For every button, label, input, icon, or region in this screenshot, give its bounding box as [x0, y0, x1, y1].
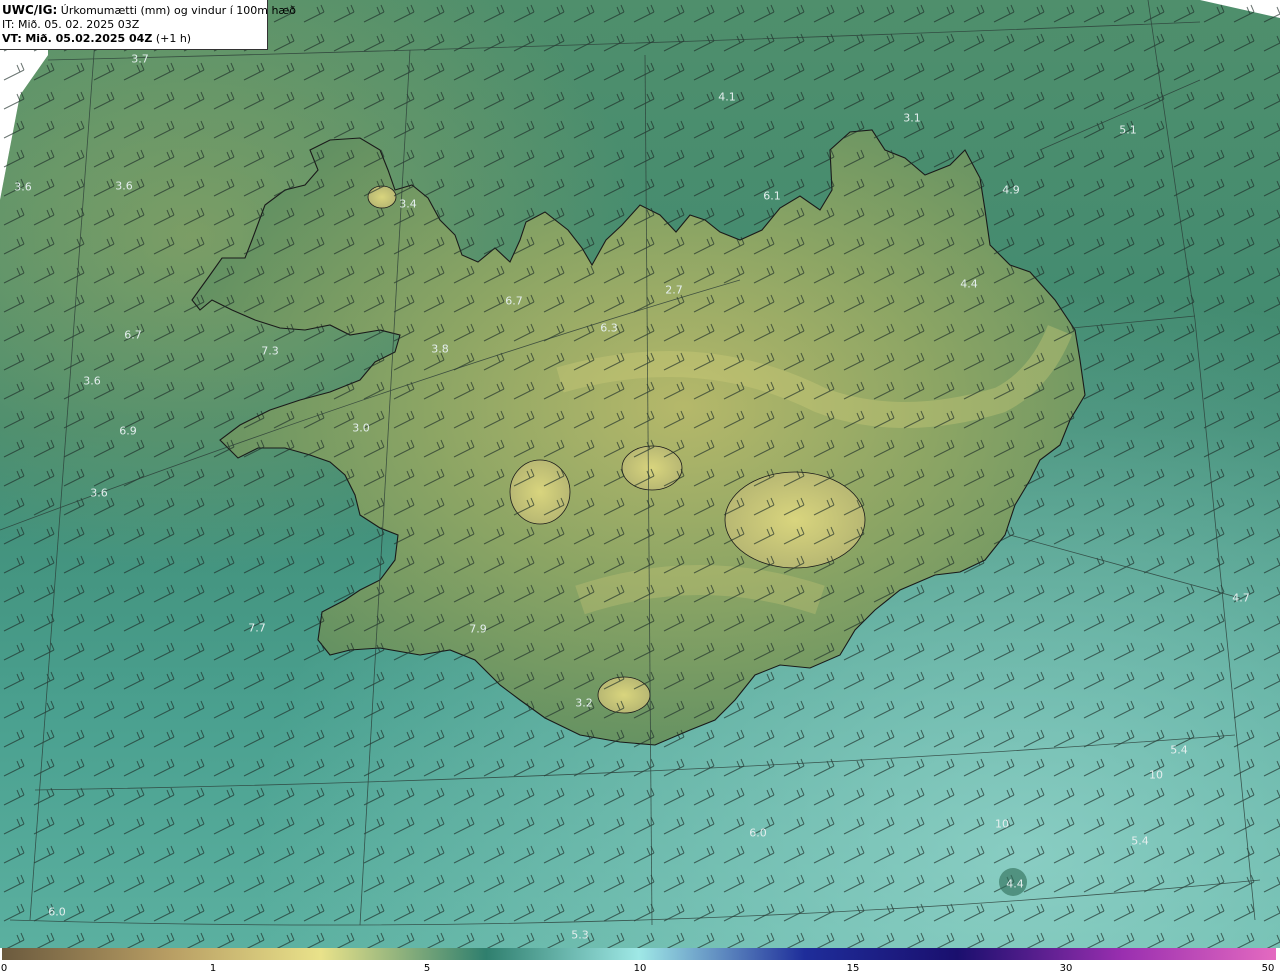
map-canvas [0, 0, 1280, 948]
valid-prefix: VT: [2, 32, 22, 45]
value-label: 6.7 [124, 328, 142, 342]
valid-time: Mið. 05.02.2025 04Z [25, 32, 153, 45]
value-label: 10 [1149, 768, 1163, 782]
issue-time: IT: Mið. 05. 02. 2025 03Z [2, 18, 140, 31]
colorbar-tick: 30 [1059, 963, 1073, 974]
value-label: 3.2 [575, 696, 593, 710]
value-label: 4.9 [1002, 183, 1020, 197]
value-label: 4.4 [1006, 877, 1024, 891]
colorbar-tick: 5 [423, 963, 431, 974]
value-label: 10 [995, 817, 1009, 831]
field-description: Úrkomumætti (mm) og vindur í 100m hæð [60, 4, 296, 17]
value-label: 5.4 [1170, 743, 1188, 757]
value-label: 5.4 [1131, 834, 1149, 848]
value-label: 3.6 [83, 374, 101, 388]
colorbar: 0 1 5 10 15 30 50 [0, 948, 1280, 978]
value-label: 7.9 [469, 622, 487, 636]
value-label: 6.1 [763, 189, 781, 203]
value-label: 3.7 [131, 52, 149, 66]
wind-barbs [0, 0, 1280, 948]
value-label: 3.6 [115, 179, 133, 193]
value-label: 3.1 [903, 111, 921, 125]
colorbar-tick: 15 [846, 963, 860, 974]
value-label: 3.4 [399, 197, 417, 211]
map-info-panel: UWC/IG: Úrkomumætti (mm) og vindur í 100… [0, 0, 296, 50]
value-label: 4.7 [1232, 591, 1250, 605]
colorbar-strip [2, 948, 1276, 960]
value-label: 4.4 [960, 277, 978, 291]
value-label: 3.6 [90, 486, 108, 500]
value-label: 6.0 [749, 826, 767, 840]
value-label: 6.0 [48, 905, 66, 919]
valid-time-row: VT: Mið. 05.02.2025 04Z (+1 h) [2, 32, 265, 46]
value-label: 6.9 [119, 424, 137, 438]
value-label: 3.8 [431, 342, 449, 356]
value-label: 3.0 [352, 421, 370, 435]
value-label: 7.7 [248, 621, 266, 635]
value-label: 2.7 [665, 283, 683, 297]
value-label: 5.3 [571, 928, 589, 942]
colorbar-tick: 0 [0, 963, 8, 974]
title-row: UWC/IG: Úrkomumætti (mm) og vindur í 100… [2, 3, 296, 18]
value-label: 6.7 [505, 294, 523, 308]
colorbar-tick: 10 [633, 963, 647, 974]
valid-offset: (+1 h) [155, 32, 192, 45]
value-label: 7.3 [261, 344, 279, 358]
colorbar-tick: 1 [209, 963, 217, 974]
map-area: 3.7 4.1 3.1 5.1 3.6 3.6 3.4 6.1 4.9 4.4 … [0, 0, 1280, 948]
value-label: 6.3 [600, 321, 618, 335]
model-name: UWC/IG: [2, 3, 58, 17]
value-label: 3.6 [14, 180, 32, 194]
value-label: 4.1 [718, 90, 736, 104]
value-label: 5.1 [1119, 123, 1137, 137]
colorbar-tick: 50 [1261, 963, 1275, 974]
